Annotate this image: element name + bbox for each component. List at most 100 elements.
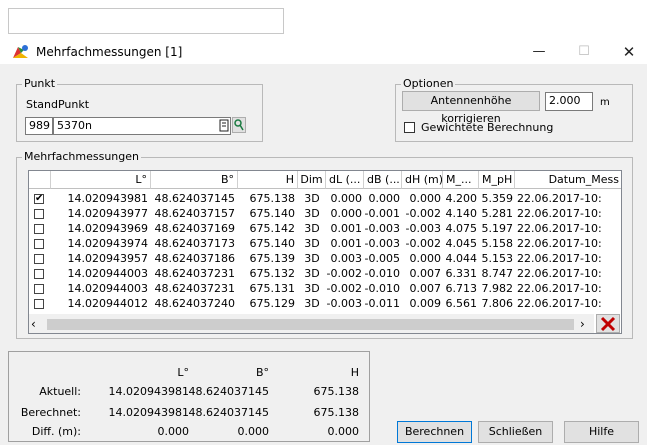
cell-b: 48.624037145 — [154, 193, 235, 204]
table-row[interactable]: 14.020944003 48.624037231 675.131 3D -0.002-… — [29, 283, 621, 295]
column-header-l[interactable]: L° — [51, 171, 151, 189]
cell-mph: 7.982 — [481, 283, 514, 294]
cell-l: 14.020944012 — [67, 298, 148, 309]
summary-label-aktuell: Aktuell: — [39, 385, 81, 398]
hilfe-button[interactable]: Hilfe — [564, 421, 639, 443]
cell-h: 675.140 — [249, 238, 296, 249]
cell-l: 14.020944003 — [67, 283, 148, 294]
page-icon[interactable] — [218, 119, 230, 132]
column-header-dh[interactable]: dH (m) — [402, 171, 443, 189]
optionen-legend: Optionen — [401, 77, 456, 90]
table-row[interactable]: 14.020943974 48.624037173 675.140 3D 0.001 -0… — [29, 238, 621, 250]
cell-m: 6.331 — [445, 268, 478, 279]
standpunkt-name-field[interactable]: 5370n — [53, 117, 231, 135]
cell-mph: 7.806 — [481, 298, 514, 309]
cell-datum: 22.06.2017-10: — [517, 238, 602, 249]
cell-dl: 0.001 — [330, 238, 363, 249]
messungen-legend: Mehrfachmessungen — [22, 150, 141, 163]
cell-h: 675.142 — [249, 223, 296, 234]
cell-db: -0.001 — [364, 208, 400, 219]
cell-db: 0.000 — [368, 193, 401, 204]
column-header-b[interactable]: B° — [151, 171, 238, 189]
antennenhoehe-field[interactable]: 2.000 — [545, 92, 593, 111]
cell-dim: 3D — [304, 223, 320, 234]
cell-datum: 22.06.2017-10: — [517, 283, 602, 294]
column-header-mph[interactable]: M_pH — [479, 171, 515, 189]
app-icon — [12, 44, 30, 60]
cell-h: 675.132 — [249, 268, 296, 279]
cell-db: -0.011 — [364, 298, 400, 309]
cell-dim: 3D — [304, 253, 320, 264]
table-row[interactable]: 14.020943957 48.624037186 675.139 3D 0.003 -0… — [29, 253, 621, 265]
gewichtete-label: Gewichtete Berechnung — [421, 121, 554, 134]
cell-db: -0.003 — [364, 238, 400, 249]
cell-dim: 3D — [304, 268, 320, 279]
schliessen-button[interactable]: Schließen — [478, 421, 553, 443]
cell-dl: -0.002 — [326, 268, 362, 279]
table-row[interactable]: 14.020944012 48.624037240 675.129 3D -0.003-… — [29, 298, 621, 310]
cell-l: 14.020944003 — [67, 268, 148, 279]
cell-mph: 8.747 — [481, 268, 514, 279]
column-header-datum[interactable]: Datum_Mess — [515, 171, 621, 189]
cell-m: 4.044 — [445, 253, 478, 264]
summary-header-l: L° — [177, 366, 189, 379]
cell-b: 48.624037231 — [154, 283, 235, 294]
messungen-table: L° B° H Dim dL (... dB (... dH (m) M_...… — [28, 170, 622, 334]
cell-mph: 5.281 — [481, 208, 514, 219]
cell-dh: 0.000 — [409, 193, 442, 204]
maximize-button[interactable]: ☐ — [564, 40, 604, 64]
cell-h: 675.131 — [249, 283, 296, 294]
table-row[interactable]: 14.020943969 48.624037169 675.142 3D 0.001 -0… — [29, 223, 621, 235]
cell-db: -0.010 — [364, 268, 400, 279]
cell-l: 14.020943981 — [67, 193, 148, 204]
cell-mph: 5.153 — [481, 253, 514, 264]
delete-x-icon — [600, 316, 616, 332]
delete-button[interactable] — [596, 314, 620, 333]
row-checkbox[interactable] — [34, 284, 44, 294]
row-checkbox[interactable] — [34, 209, 44, 219]
cell-dl: 0.001 — [330, 223, 363, 234]
cell-datum: 22.06.2017-10: — [517, 253, 602, 264]
pick-point-icon[interactable] — [232, 117, 246, 133]
berechnen-button[interactable]: Berechnen — [397, 421, 472, 443]
punkt-legend: Punkt — [22, 77, 58, 90]
cell-mph: 5.197 — [481, 223, 514, 234]
standpunkt-nr-field[interactable]: 989 — [25, 117, 53, 135]
top-input-field[interactable] — [8, 8, 284, 34]
summary-label-berechnet: Berechnet: — [20, 406, 81, 419]
minimize-button[interactable]: — — [519, 40, 559, 64]
row-checkbox[interactable] — [34, 224, 44, 234]
cell-dl: -0.002 — [326, 283, 362, 294]
horizontal-scrollbar[interactable]: ‹ › — [29, 314, 594, 333]
cell-b: 48.624037240 — [154, 298, 235, 309]
row-checkbox[interactable] — [34, 299, 44, 309]
cell-dl: 0.000 — [330, 193, 363, 204]
scrollbar-thumb[interactable] — [47, 319, 574, 330]
row-checkbox[interactable] — [34, 254, 44, 264]
scroll-right-icon[interactable]: › — [580, 317, 585, 331]
scroll-left-icon[interactable]: ‹ — [31, 317, 36, 331]
cell-datum: 22.06.2017-10: — [517, 208, 602, 219]
cell-b: 48.624037173 — [154, 238, 235, 249]
cell-dl: 0.000 — [330, 208, 363, 219]
summary-berechnet-h: 675.138 — [313, 406, 360, 419]
column-header-m[interactable]: M_... — [443, 171, 479, 189]
row-checkbox[interactable]: ✔ — [34, 194, 44, 204]
close-button[interactable]: ✕ — [609, 40, 647, 64]
table-row[interactable]: 14.020944003 48.624037231 675.132 3D -0.002-… — [29, 268, 621, 280]
summary-panel: L° B° H Aktuell: 14.020943981 48.6240371… — [8, 351, 370, 442]
cell-dh: -0.002 — [405, 238, 441, 249]
column-header-db[interactable]: dB (... — [364, 171, 402, 189]
gewichtete-checkbox[interactable] — [404, 122, 415, 133]
cell-dim: 3D — [304, 283, 320, 294]
row-checkbox[interactable] — [34, 269, 44, 279]
column-header-dim[interactable]: Dim — [298, 171, 326, 189]
cell-mph: 5.359 — [481, 193, 514, 204]
table-row[interactable]: ✔ 14.020943981 48.624037145 675.138 3D 0.000 0… — [29, 193, 621, 205]
column-header-h[interactable]: H — [238, 171, 298, 189]
cell-dim: 3D — [304, 208, 320, 219]
row-checkbox[interactable] — [34, 239, 44, 249]
column-header-dl[interactable]: dL (... — [326, 171, 364, 189]
antennenhoehe-korrigieren-button[interactable]: Antennenhöhe korrigieren — [402, 91, 540, 125]
table-row[interactable]: 14.020943977 48.624037157 675.140 3D 0.000 -0… — [29, 208, 621, 220]
